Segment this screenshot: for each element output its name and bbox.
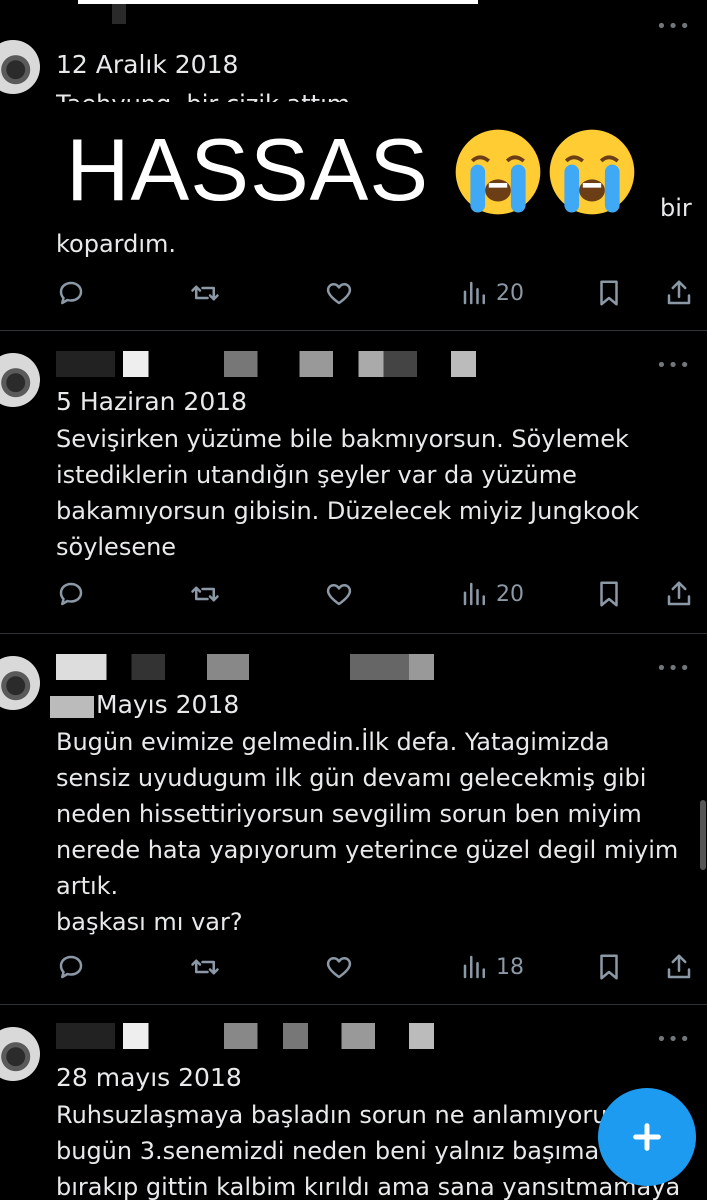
reply-icon <box>59 281 83 305</box>
reply-button[interactable] <box>56 579 86 609</box>
overlay-caption: HASSAS <box>66 120 430 219</box>
tweet-2[interactable]: ••• 5 Haziran 2018 Sevişirken yüzüme bil… <box>0 331 707 633</box>
heart-icon <box>326 957 352 979</box>
retweet-icon <box>191 586 219 602</box>
scrollbar[interactable] <box>700 800 706 870</box>
tweet-3[interactable]: ••• Mayıs 2018 Bugün evimize gelmedin.İl… <box>0 634 707 1004</box>
tweet-actions: 18 <box>0 952 707 982</box>
redacted-username <box>56 351 476 377</box>
views-icon <box>463 955 485 979</box>
retweet-button[interactable] <box>190 952 220 982</box>
tweet-actions: 20 <box>0 278 707 308</box>
like-button[interactable] <box>324 952 354 982</box>
like-button[interactable] <box>324 278 354 308</box>
compose-plus-icon <box>633 1123 661 1151</box>
redacted-username <box>56 654 476 680</box>
bookmark-icon <box>600 581 618 607</box>
avatar[interactable] <box>0 353 40 407</box>
avatar[interactable] <box>0 40 40 94</box>
heart-icon <box>326 584 352 606</box>
tweet-text: Bugün evimize gelmedin.İlk defa. Yatagim… <box>56 728 679 936</box>
retweet-icon <box>191 959 219 975</box>
retweet-icon <box>191 285 219 301</box>
avatar[interactable] <box>0 1027 40 1081</box>
loudly-crying-face-icon <box>549 129 635 215</box>
redacted-username <box>56 1023 476 1049</box>
avatar[interactable] <box>0 656 40 710</box>
tweet-text-last-line: kopardım. <box>56 230 177 258</box>
tweet-date: 5 Haziran 2018 <box>56 387 248 416</box>
tweet-actions: 20 <box>0 579 707 609</box>
bookmark-button[interactable] <box>594 278 624 308</box>
tweet-date: 12 Aralık 2018 <box>56 50 239 79</box>
bookmark-icon <box>600 954 618 980</box>
more-icon[interactable]: ••• <box>656 357 691 375</box>
views-icon <box>463 582 485 606</box>
views-button[interactable]: 20 <box>460 579 524 609</box>
views-icon <box>463 281 485 305</box>
reply-button[interactable] <box>56 278 86 308</box>
views-button[interactable]: 20 <box>460 278 524 308</box>
share-button[interactable] <box>664 952 694 982</box>
like-button[interactable] <box>324 579 354 609</box>
tweet-date: 28 mayıs 2018 <box>56 1063 242 1092</box>
tweet-date: Mayıs 2018 <box>96 690 240 719</box>
retweet-button[interactable] <box>190 579 220 609</box>
tweet-text-peek: Taehyung, bir çizik attım <box>56 86 696 102</box>
views-count: 20 <box>496 581 524 607</box>
retweet-button[interactable] <box>190 278 220 308</box>
bookmark-button[interactable] <box>594 579 624 609</box>
tweet-text: Sevişirken yüzüme bile bakmıyorsun. Söyl… <box>56 425 640 561</box>
more-icon[interactable]: ••• <box>656 1031 691 1049</box>
reply-button[interactable] <box>56 952 86 982</box>
views-count: 20 <box>496 280 524 306</box>
tweet-4[interactable]: ••• 28 mayıs 2018 Ruhsuzlaşmaya başladın… <box>0 1005 707 1200</box>
views-count: 18 <box>496 954 524 980</box>
loudly-crying-face-icon <box>455 129 541 215</box>
share-icon <box>667 581 691 606</box>
share-button[interactable] <box>664 278 694 308</box>
views-button[interactable]: 18 <box>460 952 524 982</box>
more-icon[interactable]: ••• <box>656 18 691 36</box>
tweet-text-tail: bir <box>660 194 692 222</box>
bookmark-icon <box>600 280 618 306</box>
more-icon[interactable]: ••• <box>656 660 691 678</box>
bookmark-button[interactable] <box>594 952 624 982</box>
compose-button[interactable] <box>598 1088 696 1186</box>
redacted-username <box>50 696 94 718</box>
reply-icon <box>59 582 83 606</box>
heart-icon <box>326 283 352 305</box>
share-button[interactable] <box>664 579 694 609</box>
reply-icon <box>59 955 83 979</box>
share-icon <box>667 954 691 979</box>
share-icon <box>667 280 691 305</box>
